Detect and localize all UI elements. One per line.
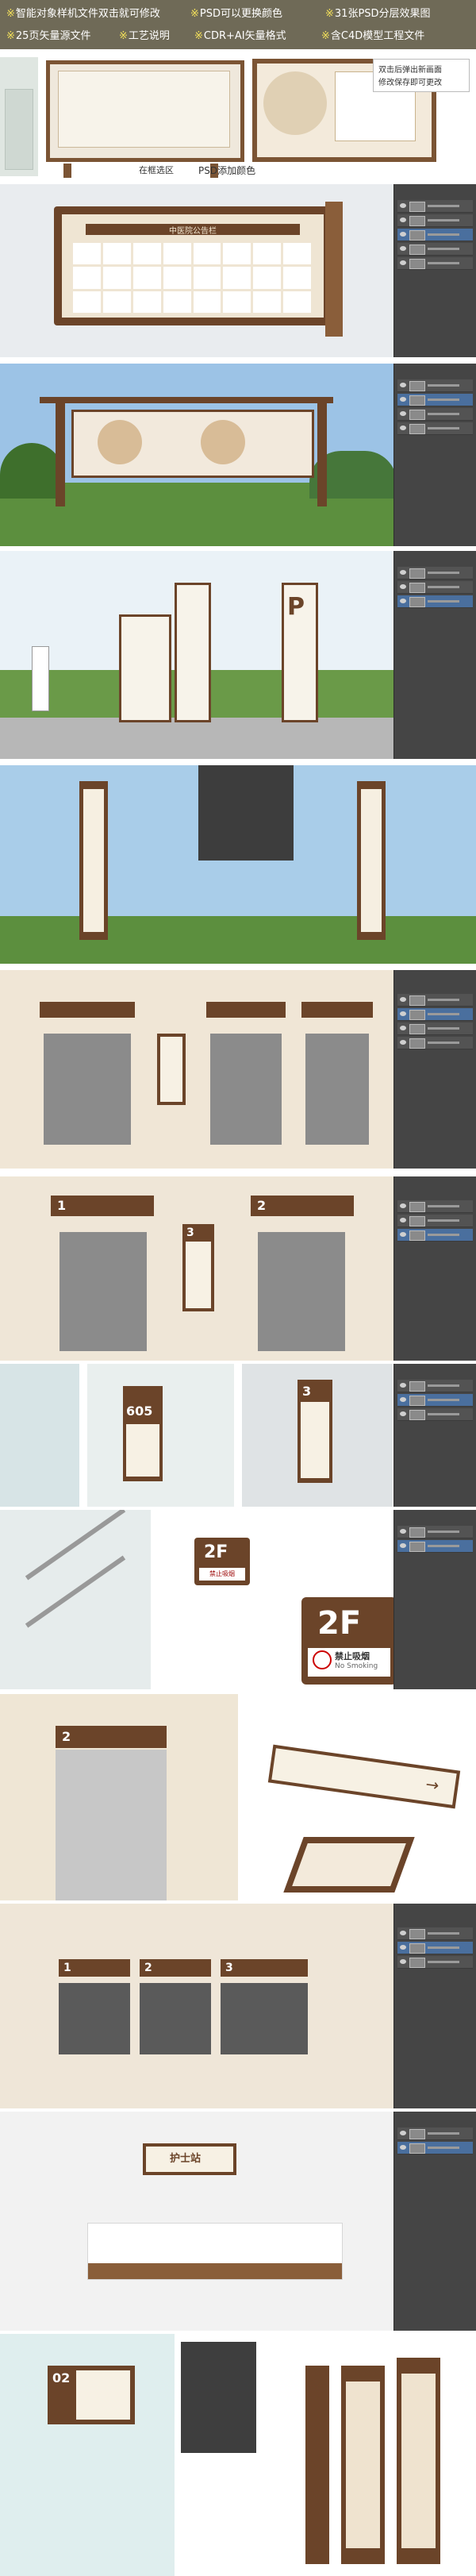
service-window-3 — [221, 1983, 308, 2054]
pylon-sign-center — [175, 583, 211, 722]
smart-object-preview-panel: 在框选区 双击后弹出新画面 修改保存即可更改 PSD添加颜色 — [0, 52, 476, 179]
parking-sign: P — [282, 583, 318, 722]
floor-directory — [157, 1034, 186, 1105]
door-hanging-panel: 2 → — [0, 1694, 476, 1900]
feature-item-7: ※含C4D模型工程文件 — [321, 30, 425, 42]
corridor-thumbnail — [0, 57, 38, 176]
layers-panel-6 — [393, 1364, 476, 1507]
wall-panels-panel: 02 — [0, 2334, 476, 2576]
elevator-directory: 3 — [182, 1224, 214, 1311]
lectern-board — [283, 1837, 415, 1893]
layers-panel-2 — [393, 364, 476, 546]
clinic-wall-photo: 02 — [0, 2334, 175, 2576]
elevator-header-2 — [206, 1002, 286, 1018]
pylon-signs-panel: P — [0, 551, 476, 759]
layers-panel-5 — [393, 1176, 476, 1361]
wall-sign-photo: 3 — [242, 1364, 393, 1507]
nurse-station-sign: 护士站 — [143, 2143, 236, 2175]
color-panel — [198, 765, 294, 861]
walking-person — [32, 646, 49, 711]
feature-banner: ※智能对象样机文件双击就可修改 ※PSD可以更换颜色 ※31张PSD分层效果图 … — [0, 0, 476, 49]
elevator-door-1 — [44, 1034, 131, 1145]
service-window-2 — [140, 1983, 211, 2054]
smart-object-note: 双击后弹出新画面 修改保存即可更改 — [373, 59, 470, 92]
elevator-header-1 — [40, 1002, 135, 1018]
elevator-door-3 — [305, 1034, 369, 1145]
tall-pylon-left — [79, 781, 108, 940]
room-signs-panel: 605 3 — [0, 1364, 476, 1507]
stairs-floor-panel: 2F 禁止吸烟 2F 禁止吸烟 No Smoking — [0, 1510, 476, 1689]
layers-panel-4 — [393, 970, 476, 1169]
elevator-hall-panel — [0, 970, 476, 1169]
product-showcase-page: ※智能对象样机文件双击就可修改 ※PSD可以更换颜色 ※31张PSD分层效果图 … — [0, 0, 476, 2576]
bulletin-board: 中医院公告栏 — [54, 206, 332, 325]
layers-panel-3 — [393, 551, 476, 759]
outdoor-gate-panel — [0, 364, 476, 546]
elevator-badge-1: 1 — [51, 1196, 154, 1216]
stairwell-photo — [0, 1510, 151, 1689]
culture-panel-3 — [397, 2358, 440, 2564]
ward-photo — [0, 1364, 79, 1507]
layers-panel-8 — [393, 1904, 476, 2108]
door-photo: 605 — [87, 1364, 234, 1507]
feature-item-4: ※25页矢量源文件 — [6, 30, 91, 42]
gate-banner — [71, 410, 314, 478]
bulletin-board-panel: 中医院公告栏 — [0, 184, 476, 357]
directory-panel-02: 02 — [48, 2366, 135, 2424]
room-sign-605: 605 — [123, 1386, 163, 1481]
feature-item-2: ※PSD可以更换颜色 — [190, 8, 283, 20]
layers-panel — [393, 184, 476, 357]
pylon-sign-left — [119, 614, 171, 722]
layers-panel-7 — [393, 1510, 476, 1689]
feature-item-3: ※31张PSD分层效果图 — [325, 8, 431, 20]
elevator-badge-2: 2 — [251, 1196, 354, 1216]
hanging-direction-sign: → — [267, 1744, 461, 1809]
feature-item-1: ※智能对象样机文件双击就可修改 — [6, 8, 160, 20]
caption-psd-color: PSD添加颜色 — [198, 165, 256, 176]
board-side-ornament — [325, 202, 343, 337]
notice-board-frame — [46, 60, 244, 162]
elevator-door-2 — [210, 1034, 282, 1145]
elevator-door-b — [258, 1232, 345, 1351]
board-title: 中医院公告栏 — [169, 227, 217, 236]
culture-panel-2 — [341, 2366, 385, 2564]
culture-panel-1 — [305, 2366, 329, 2564]
feature-item-5: ※工艺说明 — [119, 30, 170, 42]
tall-pylon-right — [357, 781, 386, 940]
service-window-1 — [59, 1983, 130, 2054]
service-windows-panel: 1 2 3 — [0, 1904, 476, 2108]
floor-sign-large: 2F 禁止吸烟 No Smoking — [301, 1597, 397, 1685]
nurse-desk — [87, 2223, 343, 2280]
elevator-door-a — [60, 1232, 147, 1351]
door-photo-2: 2 — [0, 1694, 238, 1900]
numbered-elevators-panel: 1 2 3 — [0, 1176, 476, 1361]
layers-panel-9 — [393, 2112, 476, 2331]
caption-left-small: 在框选区 — [139, 165, 174, 175]
floor-sign-small: 2F 禁止吸烟 — [194, 1538, 250, 1585]
feature-item-6: ※CDR+AI矢量格式 — [194, 30, 286, 42]
tall-pylons-panel — [0, 765, 476, 964]
layers-panel-10 — [181, 2342, 256, 2453]
nurse-station-panel: 护士站 — [0, 2112, 476, 2331]
elevator-header-3 — [301, 1002, 373, 1018]
